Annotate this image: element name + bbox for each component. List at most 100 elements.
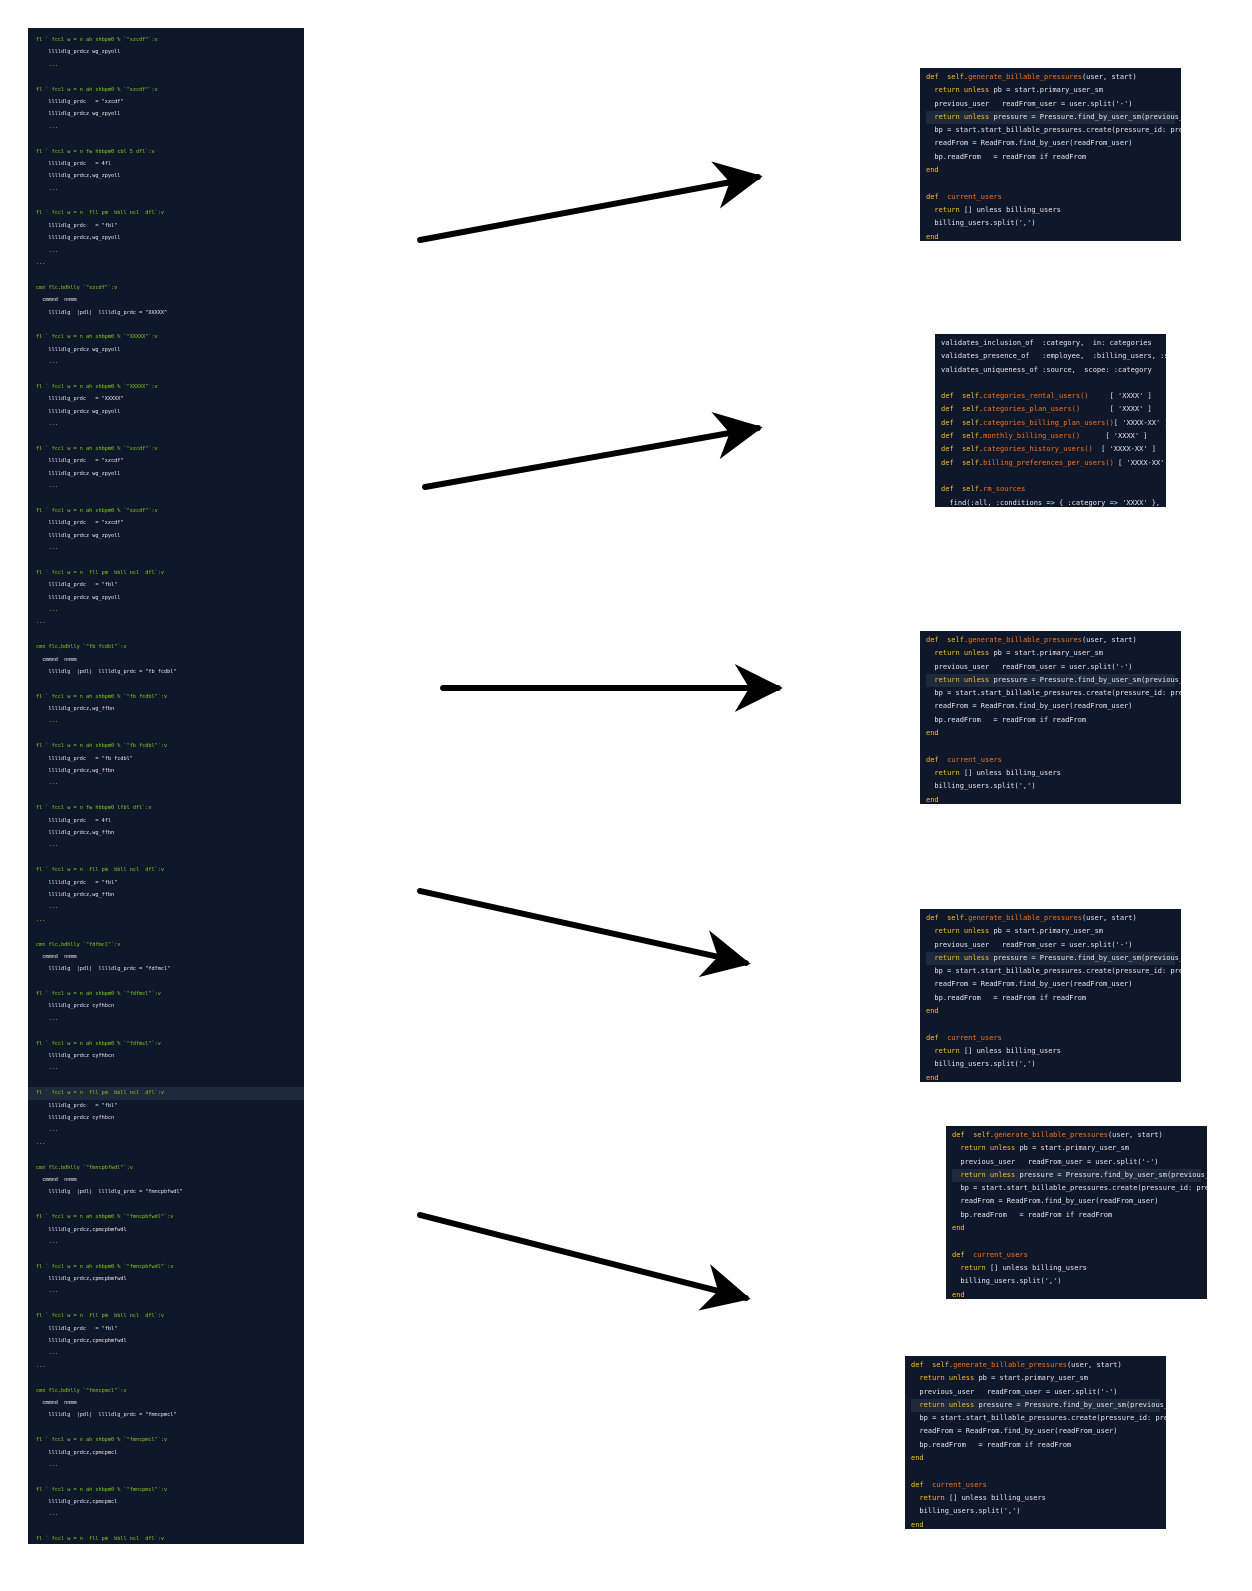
code-line: def current_users (952, 1249, 1201, 1262)
code-text: bp.readFrom = readFrom if readFrom (926, 715, 1087, 724)
code-text: [ 'XXXX' ] end (1109, 392, 1152, 401)
code-text: pressure = Pressure.find_by_user_sm(prev… (993, 112, 1181, 121)
code-keyword: return (926, 768, 964, 777)
code-line: readFrom = ReadFrom.find_by_user(readFro… (952, 1195, 1201, 1208)
code-card-2: validates_inclusion_of :category, in: ca… (935, 334, 1166, 507)
code-line: bp.readFrom = readFrom if readFrom (926, 151, 1175, 164)
code-text: readFrom = ReadFrom.find_by_user(readFro… (926, 702, 1133, 711)
code-line: bp.readFrom = readFrom if readFrom (911, 1439, 1160, 1452)
code-card-5: def self.generate_billable_pressures(use… (946, 1126, 1207, 1299)
code-keyword: def self. (941, 392, 984, 401)
code-line: ... (36, 61, 58, 68)
code-line: ... (36, 1238, 58, 1245)
code-line: cmn flc,bdhlly `"fb fcdbl"`:v (36, 644, 127, 651)
code-line: lllldlg |pdl| lllldlg_prdc = "fdfmcl" (36, 966, 171, 973)
arrow-1 (417, 161, 763, 243)
code-line: lllldlg_prdc = "fbl" (36, 1325, 118, 1332)
code-function-name: current_users (947, 755, 1002, 764)
code-line: lllldlg_prdcz,cpmcpmcl (36, 1499, 118, 1506)
code-line: return unless pb = start.primary_user_sm (911, 1372, 1160, 1385)
arrow-2 (422, 411, 763, 490)
code-function-name: billing_preferences_per_users() (983, 458, 1114, 467)
code-line: lllldlg_prdcz cyfhbcn (36, 1003, 115, 1010)
code-card-4: def self.generate_billable_pressures(use… (920, 909, 1181, 1082)
code-text: bp.readFrom = readFrom if readFrom (926, 993, 1087, 1002)
code-line: ... (36, 780, 58, 787)
code-line: validates_inclusion_of :category, in: ca… (941, 337, 1160, 350)
code-text: validates_presence_of :employee, :billin… (941, 352, 1166, 361)
code-keyword: def self. (926, 73, 969, 81)
code-line: previous_user readFrom_user = user.split… (926, 661, 1175, 674)
code-text: previous_user readFrom_user = user.split… (952, 1157, 1159, 1166)
code-line: lllldlg_prdcz wg_zpyoll (36, 346, 121, 353)
code-text: pressure = Pressure.find_by_user_sm(prev… (993, 675, 1181, 684)
code-keyword: def (952, 1250, 974, 1259)
left-code-panel: fl ` fccl w = n ah shbpm0 % `"xzcdf"`:v … (28, 28, 304, 1544)
code-line: fl ` fccl w = n ah shbpm0 % `"fmncpbfwdl… (36, 1214, 174, 1221)
code-text: (user, start) (1066, 1361, 1122, 1369)
code-line: fl ` fccl w = n ah shbpm0 % `"fdfmcl"`:v (36, 991, 161, 998)
code-line: fl ` fccl w = n fw hbbpm0 cbl 5 dfl`:v (36, 148, 155, 155)
code-keyword: return unless (926, 86, 994, 95)
code-keyword: return unless (952, 1144, 1020, 1153)
code-line: def self.generate_billable_pressures(use… (926, 634, 1175, 647)
code-keyword: def self. (941, 445, 984, 454)
code-keyword: return unless (926, 953, 994, 962)
code-text: billing_users.split(',') (952, 1277, 1062, 1286)
code-text: billing_users.split(',') (911, 1507, 1021, 1516)
code-keyword: return (952, 1263, 990, 1272)
code-line: def self.generate_billable_pressures(use… (926, 912, 1175, 925)
code-text: [ 'XXXX' ] end (1105, 432, 1148, 441)
code-line: lllldlg_prdcz,wg_ffbn (36, 706, 115, 713)
code-text: [ 'XXXX-XX' ] end (1101, 445, 1156, 454)
code-text: billing_users.split(',') (926, 219, 1036, 228)
code-text: bp.readFrom = readFrom if readFrom (952, 1210, 1113, 1219)
code-keyword: end (911, 1520, 924, 1529)
code-line: previous_user readFrom_user = user.split… (926, 98, 1175, 111)
code-text: pb = start.primary_user_sm (978, 1374, 1089, 1383)
code-function-name: current_users (932, 1480, 987, 1489)
code-keyword: end (911, 1454, 924, 1463)
code-function-name: current_users (973, 1250, 1028, 1259)
code-line: ... (36, 1461, 58, 1468)
code-line: lllldlg_prdc = "xzcdf" (36, 520, 124, 527)
code-line: lllldlg_prdcz cyfhbcn (36, 1053, 115, 1060)
code-line: return unless pb = start.primary_user_sm (952, 1142, 1201, 1155)
code-line: lllldlg_prdc = 4fl (36, 160, 111, 167)
code-line: fl ` fccl w = n ah shbpm0 % `"fmncpmcl"`… (36, 1437, 168, 1444)
code-line: previous_user readFrom_user = user.split… (926, 939, 1175, 952)
code-line: bp.readFrom = readFrom if readFrom (926, 992, 1175, 1005)
code-function-name: generate_billable_pressures (968, 73, 1082, 81)
code-line: cmn flc,bdhlly `"fdfmcl"`:v (36, 941, 121, 948)
code-line: ... (36, 483, 58, 490)
code-text: previous_user readFrom_user = user.split… (911, 1387, 1118, 1396)
code-text: readFrom = ReadFrom.find_by_user(readFro… (926, 139, 1133, 148)
code-line: def self.monthly_billing_users() [ 'XXXX… (941, 430, 1160, 443)
code-keyword: def (926, 1033, 948, 1042)
code-text: (user, start) (1081, 73, 1137, 81)
code-function-name: generate_billable_pressures (953, 1361, 1067, 1369)
code-line: def self.generate_billable_pressures(use… (911, 1359, 1160, 1372)
code-line: return [] unless billing_users (926, 767, 1175, 780)
code-line: return [] unless billing_users (952, 1262, 1201, 1275)
code-line: lllldlg_prdcz wg_zpyoll (36, 594, 121, 601)
code-line: cmn flc,bdhlly `"xzcdf"`:v (36, 284, 118, 291)
code-line: lllldlg_prdcz wg_zpyoll (36, 470, 121, 477)
code-function-name: current_users (947, 1033, 1002, 1042)
code-line: billing_users.split(',') (926, 780, 1175, 793)
code-text: bp = start.start_billable_pressures.crea… (934, 126, 1181, 135)
code-line: def self.rm_sources (941, 483, 1160, 496)
code-line: lllldlg_prdcz cyfhbcn (36, 1114, 115, 1121)
code-line: lllldlg_prdcz,cpmcpbmfwdl (36, 1226, 127, 1233)
code-text: previous_user readFrom_user = user.split… (926, 662, 1133, 671)
code-line: lllldlg_prdc = "fb fcdbl" (36, 755, 133, 762)
code-text: pb = start.primary_user_sm (993, 86, 1104, 95)
